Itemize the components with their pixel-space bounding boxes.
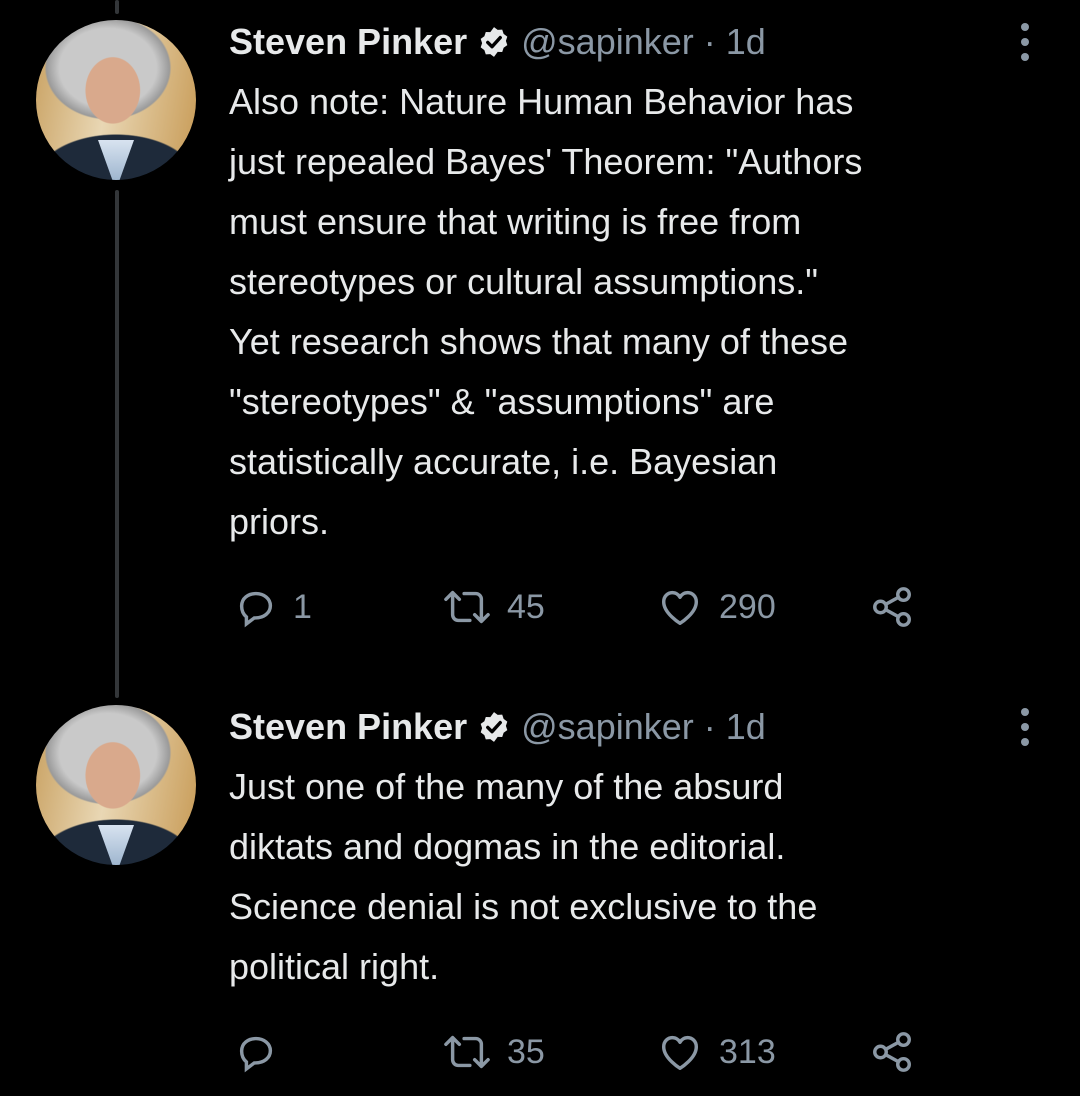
retweet-count: 35 bbox=[507, 1032, 545, 1071]
tweet-text: Just one of the many of the absurd dikta… bbox=[229, 766, 818, 987]
verified-badge-icon bbox=[480, 27, 508, 57]
retweet-count: 45 bbox=[507, 587, 545, 626]
tweet[interactable]: Steven Pinker @sapinker · 1d Just one of… bbox=[0, 705, 1080, 1096]
like-count: 313 bbox=[719, 1032, 776, 1071]
author-name[interactable]: Steven Pinker bbox=[229, 706, 467, 748]
like-button[interactable]: 313 bbox=[655, 1027, 776, 1077]
heart-icon bbox=[661, 1035, 699, 1071]
retweet-icon bbox=[444, 590, 490, 624]
reply-button[interactable]: 1 bbox=[233, 582, 312, 632]
share-icon bbox=[873, 587, 911, 627]
tweet-header: Steven Pinker @sapinker · 1d bbox=[229, 705, 766, 749]
action-bar: 35 313 bbox=[229, 1027, 929, 1077]
avatar[interactable] bbox=[36, 20, 196, 180]
share-icon bbox=[873, 1032, 911, 1072]
retweet-button[interactable]: 35 bbox=[441, 1027, 545, 1077]
tweet-header: Steven Pinker @sapinker · 1d bbox=[229, 20, 766, 64]
more-options-icon[interactable] bbox=[1018, 20, 1032, 64]
like-button[interactable]: 290 bbox=[655, 582, 776, 632]
tweet[interactable]: Steven Pinker @sapinker · 1d Also note: … bbox=[0, 0, 1080, 690]
retweet-icon bbox=[444, 1035, 490, 1069]
avatar-collar bbox=[98, 825, 134, 865]
avatar-collar bbox=[98, 140, 134, 180]
tweet-text: Also note: Nature Human Behavior has jus… bbox=[229, 81, 863, 542]
share-button[interactable] bbox=[869, 1027, 915, 1077]
avatar[interactable] bbox=[36, 705, 196, 865]
handle-and-time[interactable]: @sapinker · 1d bbox=[521, 21, 766, 63]
reply-icon bbox=[239, 1036, 273, 1073]
reply-count: 1 bbox=[293, 587, 312, 626]
like-count: 290 bbox=[719, 587, 776, 626]
share-button[interactable] bbox=[869, 582, 915, 632]
author-name[interactable]: Steven Pinker bbox=[229, 21, 467, 63]
heart-icon bbox=[661, 590, 699, 626]
handle-and-time[interactable]: @sapinker · 1d bbox=[521, 706, 766, 748]
more-options-icon[interactable] bbox=[1018, 705, 1032, 749]
reply-button[interactable] bbox=[233, 1027, 293, 1077]
verified-badge-icon bbox=[480, 712, 508, 742]
retweet-button[interactable]: 45 bbox=[441, 582, 545, 632]
action-bar: 1 45 290 bbox=[229, 582, 929, 632]
reply-icon bbox=[239, 591, 273, 628]
